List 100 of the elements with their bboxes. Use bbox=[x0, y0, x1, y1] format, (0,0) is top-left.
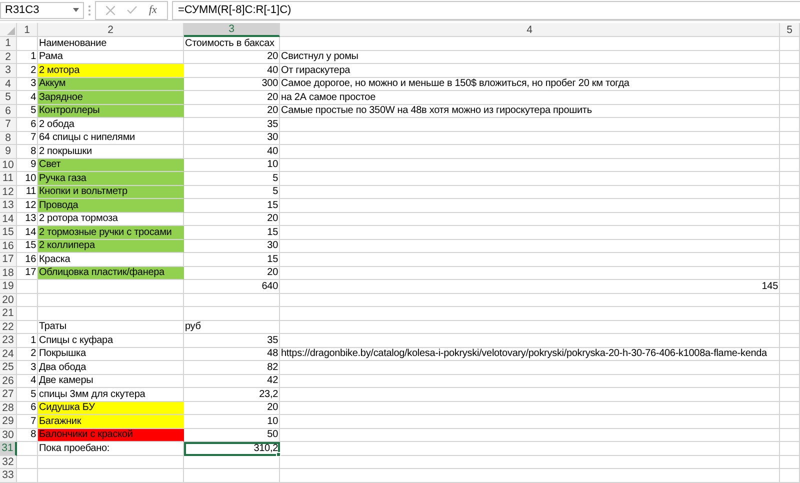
close-icon[interactable] bbox=[106, 6, 115, 14]
empty-cell bbox=[780, 50, 800, 64]
table-cell: Зарядное bbox=[38, 91, 184, 104]
table-cell: 1 bbox=[17, 50, 38, 64]
caret-icon bbox=[73, 8, 79, 12]
row-header[interactable]: 32 bbox=[0, 456, 17, 469]
row-header[interactable]: 22 bbox=[0, 320, 17, 334]
table-cell: 42 bbox=[184, 374, 280, 388]
row-header[interactable]: 27 bbox=[0, 388, 17, 402]
table-cell: 5 bbox=[184, 186, 280, 199]
row-header[interactable]: 18 bbox=[0, 266, 17, 280]
row-header[interactable]: 31 bbox=[0, 442, 17, 456]
row-header[interactable]: 26 bbox=[0, 374, 17, 388]
row-header[interactable]: 13 bbox=[0, 199, 17, 212]
table-cell: 1 bbox=[17, 334, 38, 348]
table-cell: 82 bbox=[184, 361, 280, 374]
table-cell: 2 мотора bbox=[38, 64, 184, 78]
empty-cell bbox=[780, 172, 800, 186]
table-cell: 13 bbox=[17, 212, 38, 226]
row-header[interactable]: 28 bbox=[0, 402, 17, 415]
empty-cell bbox=[780, 118, 800, 132]
empty-cell bbox=[780, 226, 800, 240]
row-header[interactable]: 2 bbox=[0, 50, 17, 64]
row-header[interactable]: 5 bbox=[0, 91, 17, 104]
row-header[interactable]: 19 bbox=[0, 280, 17, 294]
row-header[interactable]: 21 bbox=[0, 307, 17, 320]
empty-cell bbox=[780, 294, 800, 307]
empty-cell bbox=[780, 266, 800, 280]
table-cell: 10 bbox=[184, 415, 280, 428]
table-cell: 20 bbox=[184, 50, 280, 64]
empty-cell bbox=[780, 415, 800, 428]
row-header[interactable]: 23 bbox=[0, 334, 17, 348]
row-header[interactable]: 30 bbox=[0, 428, 17, 442]
row-header[interactable]: 8 bbox=[0, 132, 17, 145]
table-cell: Свистнул у ромы bbox=[280, 50, 780, 64]
table-cell: Самое дорогое, но можно и меньше в 150$ вложиться, но пробег 20 км тогда bbox=[280, 78, 780, 91]
table-cell: 30 bbox=[184, 132, 280, 145]
empty-cell bbox=[780, 145, 800, 158]
row-header[interactable]: 9 bbox=[0, 145, 17, 158]
row-header[interactable]: 33 bbox=[0, 469, 17, 482]
empty-cell bbox=[780, 91, 800, 104]
table-cell: Аккум bbox=[38, 78, 184, 91]
table-cell: 640 bbox=[184, 280, 280, 294]
name-box[interactable]: R31C3 bbox=[0, 2, 84, 18]
row-header[interactable]: 1 bbox=[0, 37, 17, 50]
empty-cell bbox=[780, 307, 800, 320]
table-cell: Два обода bbox=[38, 361, 184, 374]
column-header[interactable]: 4 bbox=[280, 23, 780, 37]
row-header[interactable]: 25 bbox=[0, 361, 17, 374]
row-header[interactable]: 3 bbox=[0, 64, 17, 78]
empty-cell bbox=[780, 132, 800, 145]
table-cell: 20 bbox=[184, 91, 280, 104]
empty-cell bbox=[780, 469, 800, 482]
checkmark-icon[interactable] bbox=[127, 6, 137, 14]
row-header[interactable]: 6 bbox=[0, 104, 17, 118]
row-header[interactable]: 15 bbox=[0, 226, 17, 240]
empty-cell bbox=[780, 37, 800, 50]
table-cell: Сидушка БУ bbox=[38, 402, 184, 415]
empty-cell bbox=[780, 456, 800, 469]
empty-cell bbox=[780, 374, 800, 388]
column-header[interactable]: 1 bbox=[17, 23, 38, 37]
row-header[interactable]: 17 bbox=[0, 253, 17, 266]
table-cell: Облицовка пластик/фанера bbox=[38, 266, 184, 280]
empty-cell bbox=[780, 78, 800, 91]
column-header[interactable]: 5 bbox=[780, 23, 800, 37]
row-header[interactable]: 10 bbox=[0, 158, 17, 172]
fill-handle[interactable] bbox=[276, 452, 281, 456]
table-cell: Две камеры bbox=[38, 374, 184, 388]
table-cell: 16 bbox=[17, 253, 38, 266]
insert-function-button[interactable]: fx bbox=[149, 4, 157, 16]
table-cell: 2 обода bbox=[38, 118, 184, 132]
table-cell: 5 bbox=[184, 172, 280, 186]
table-cell: 50 bbox=[184, 428, 280, 442]
table-cell: Покрышка bbox=[38, 348, 184, 361]
table-cell: 35 bbox=[184, 118, 280, 132]
column-header[interactable]: 2 bbox=[38, 23, 184, 37]
empty-cell bbox=[780, 320, 800, 334]
table-cell: 20 bbox=[184, 402, 280, 415]
row-header[interactable]: 29 bbox=[0, 415, 17, 428]
table-cell: руб bbox=[184, 320, 280, 334]
table-cell: на 2А самое простое bbox=[280, 91, 780, 104]
row-header[interactable]: 7 bbox=[0, 118, 17, 132]
empty-cell bbox=[780, 280, 800, 294]
table-cell: 20 bbox=[184, 212, 280, 226]
table-cell: 8 bbox=[17, 145, 38, 158]
table-cell: Балончики с краской bbox=[38, 428, 184, 442]
table-cell: 40 bbox=[184, 145, 280, 158]
table-cell: Контроллеры bbox=[38, 104, 184, 118]
table-cell: 5 bbox=[17, 388, 38, 402]
row-header[interactable]: 20 bbox=[0, 294, 17, 307]
table-cell: Провода bbox=[38, 199, 184, 212]
row-header[interactable]: 11 bbox=[0, 172, 17, 186]
row-header[interactable]: 14 bbox=[0, 212, 17, 226]
row-header[interactable]: 12 bbox=[0, 186, 17, 199]
row-header[interactable]: 16 bbox=[0, 240, 17, 253]
corner-triangle-icon[interactable] bbox=[7, 27, 15, 35]
column-header[interactable]: 3 bbox=[184, 23, 280, 37]
formula-field[interactable]: =СУММ(R[-8]C:R[-1]C) bbox=[172, 0, 800, 20]
row-header[interactable]: 24 bbox=[0, 348, 17, 361]
row-header[interactable]: 4 bbox=[0, 78, 17, 91]
